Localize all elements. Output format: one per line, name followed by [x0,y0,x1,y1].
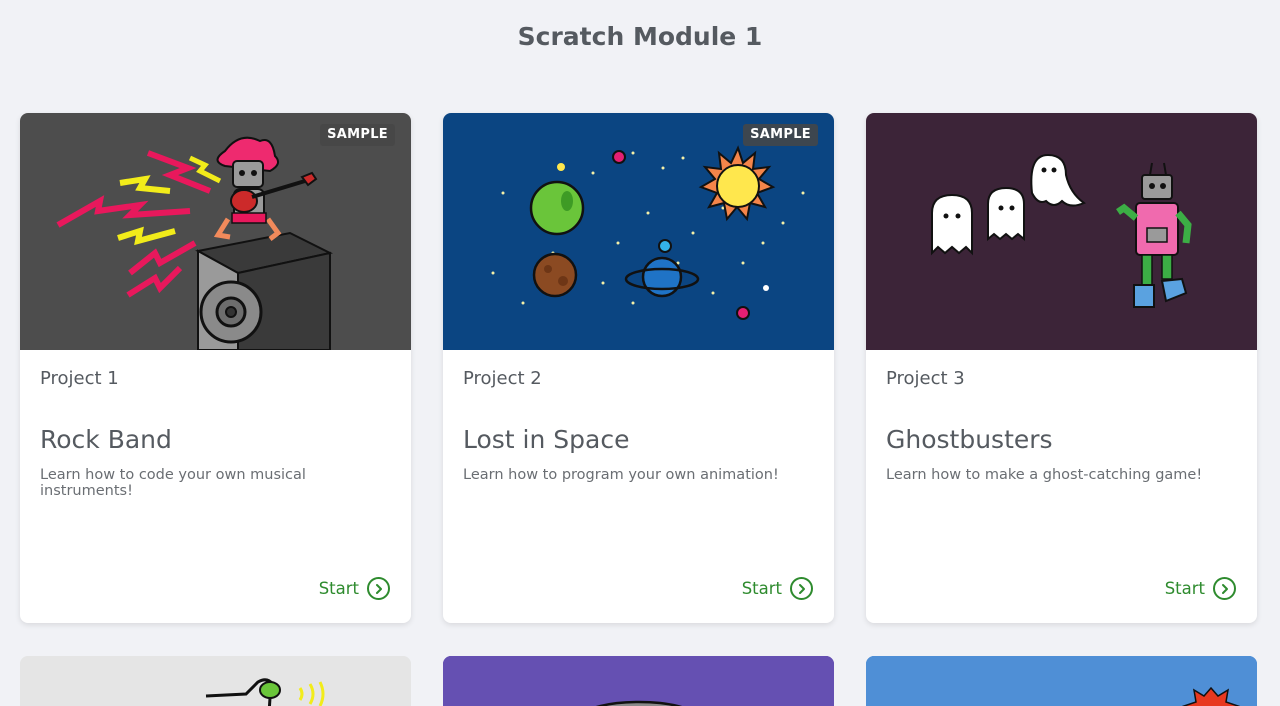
project-title: Ghostbusters [886,425,1053,454]
row2-3-thumbnail [866,656,1257,706]
project-number: Project 2 [463,368,542,389]
start-button[interactable]: Start [742,577,813,600]
sample-badge: SAMPLE [320,124,395,146]
row2-2-thumbnail [443,656,834,706]
project-description: Learn how to code your own musical instr… [40,467,306,499]
start-label: Start [741,579,782,598]
project-number: Project 3 [886,368,965,389]
project-description: Learn how to program your own animation! [463,467,779,483]
start-button[interactable]: Start [319,577,390,600]
start-button[interactable]: Start [1165,577,1236,600]
project-card-row2-3[interactable] [866,656,1257,706]
project-description: Learn how to make a ghost-catching game! [886,467,1203,483]
project-title: Rock Band [40,425,172,454]
project-card-row2-2[interactable] [443,656,834,706]
chevron-right-circle-icon [1213,577,1236,600]
project-card-ghostbusters[interactable]: Project 3 Ghostbusters Learn how to make… [866,113,1257,623]
project-title: Lost in Space [463,425,630,454]
project-card-rock-band[interactable]: SAMPLE Project 1 Rock Band Learn how to … [20,113,411,623]
start-label: Start [1164,579,1205,598]
rock-band-thumbnail [20,113,411,350]
module-page: Scratch Module 1 SAMPLE Project 1 Rock B… [0,0,1280,706]
project-card-row2-1[interactable] [20,656,411,706]
row2-1-thumbnail [20,656,411,706]
sample-badge: SAMPLE [743,124,818,146]
start-label: Start [318,579,359,598]
ghostbusters-thumbnail [866,113,1257,350]
project-card-lost-in-space[interactable]: SAMPLE Project 2 Lost in Space Learn how… [443,113,834,623]
chevron-right-circle-icon [790,577,813,600]
lost-in-space-thumbnail [443,113,834,350]
chevron-right-circle-icon [367,577,390,600]
project-number: Project 1 [40,368,119,389]
page-title: Scratch Module 1 [517,22,763,51]
